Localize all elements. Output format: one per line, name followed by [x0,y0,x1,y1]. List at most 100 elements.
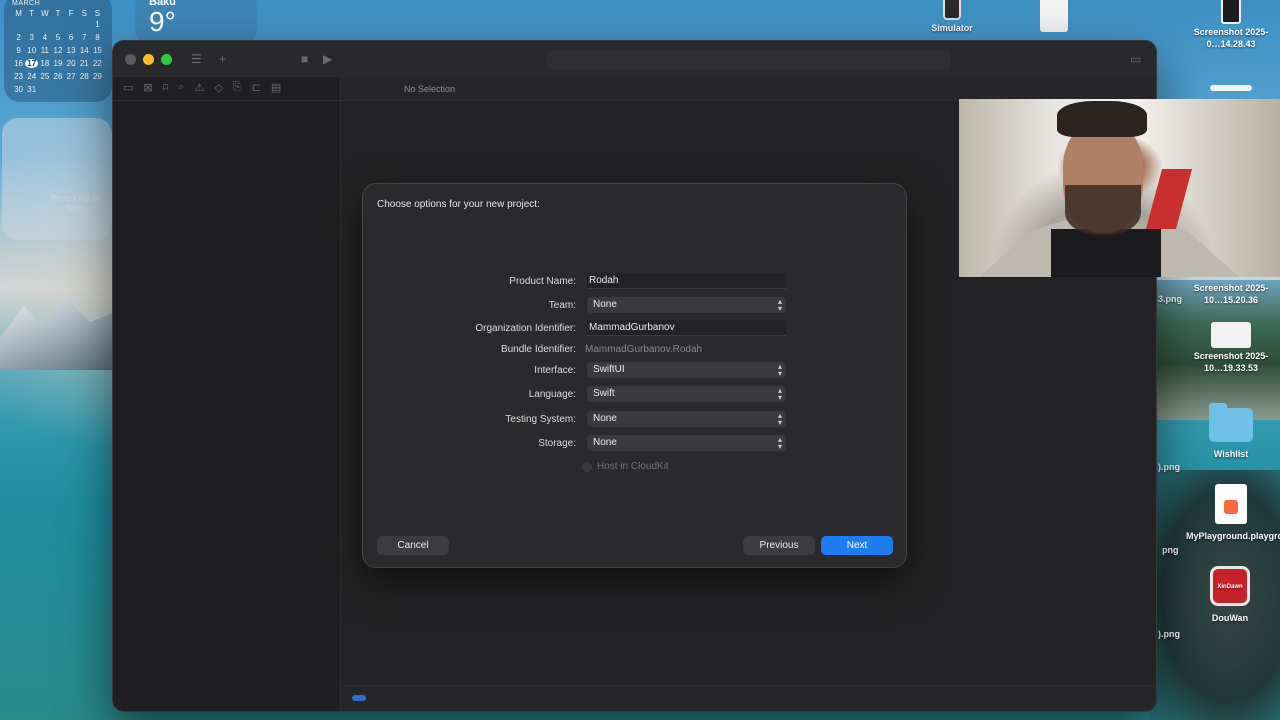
zoom-window-button[interactable] [161,54,172,65]
stop-icon[interactable]: ■ [301,52,308,66]
interface-popup[interactable]: SwiftUI ▴ ▾ [587,362,786,378]
minimize-window-button[interactable] [143,54,154,65]
chevron-up-down-icon: ▴ ▾ [777,362,782,378]
desktop-icon-screenshot-2[interactable]: Screenshot 2025-10…15.20.36 [1186,282,1276,306]
calendar-day: 30 [14,85,24,94]
search-icon[interactable]: ⌕ [178,81,184,96]
team-label: Team: [548,300,576,311]
photos-widget[interactable] [2,118,112,240]
storage-popup[interactable]: None ▴ ▾ [587,435,786,451]
calendar-widget[interactable]: MARCH M T W T F S S 1 2 3 4 5 6 7 8 9 10 11 12 13 14 1… [4,0,112,102]
calendar-day [65,20,78,29]
activity-view [547,50,951,70]
desktop-partial-label[interactable]: png [1162,545,1179,555]
report-icon[interactable]: ▤ [271,81,281,96]
folder-icon [1209,403,1253,442]
calendar-grid: M T W T F S S [12,9,104,18]
calendar-day [38,20,51,29]
no-selection-label: No Selection [404,84,456,94]
navigator-tabs: ▭ ⊠ ⌑ ⌕ ⚠ ◇ ⎘ ⊏ ▤ [113,77,340,101]
camera-person-beard [1065,185,1141,235]
editor-jump-bar: No Selection [342,77,1156,101]
desktop-icon-label: DouWan [1211,613,1249,623]
run-icon[interactable]: ▶ [323,52,332,66]
calendar-day: 26 [53,72,63,81]
host-in-cloudkit-checkbox[interactable] [582,461,592,472]
close-window-button[interactable] [125,54,136,65]
language-popup[interactable]: Swift ▴ ▾ [587,386,786,402]
calendar-day [12,20,25,29]
chevron-up-down-icon: ▴ ▾ [777,411,782,427]
navigator-sidebar: ▭ ⊠ ⌑ ⌕ ⚠ ◇ ⎘ ⊏ ▤ [113,77,341,711]
calendar-month: MARCH [12,0,41,7]
cancel-button[interactable]: Cancel [377,536,449,555]
calendar-day: 8 [95,33,100,42]
chevron-up-down-icon: ▴ ▾ [777,297,782,313]
calendar-day: 11 [40,46,49,55]
calendar-day: 19 [53,59,63,68]
desktop-icon-screenshot-3[interactable]: Screenshot 2025-10…19.33.53 [1186,322,1276,374]
calendar-day: 31 [27,85,37,94]
desktop-icon-playground[interactable]: MyPlayground.playground [1186,484,1280,542]
testing-system-label: Testing System: [505,414,576,425]
weekday: T [55,9,61,18]
desktop-partial-label[interactable]: ).png [1158,462,1180,472]
testing-system-popup[interactable]: None ▴ ▾ [587,411,786,427]
desktop-icon-wishlist[interactable]: Wishlist [1196,403,1266,460]
debug-icon[interactable]: ⎘ [233,81,242,96]
next-button[interactable]: Next [821,536,893,555]
desktop-partial-label[interactable]: 3.png [1158,294,1182,304]
camera-chair [1145,169,1193,229]
desktop-icon-douwan[interactable]: XinDawn DouWan [1200,566,1260,624]
calendar-day [38,85,51,94]
calendar-day: 15 [92,46,102,55]
host-in-cloudkit-row: Host in CloudKit [582,461,669,472]
calendar-day: 5 [55,33,61,42]
desktop-icon-label: Simulator [931,23,973,33]
desktop-icon-screenshot-1[interactable]: Screenshot 2025-0…14.28.43 [1188,0,1274,50]
testing-system-value: None [593,413,617,424]
language-label: Language: [528,389,576,400]
bundle-identifier-label: Bundle Identifier: [500,344,576,355]
debug-bar [342,685,1156,711]
douwan-app-icon: XinDawn [1210,566,1250,606]
camera-video-overlay[interactable] [959,99,1280,277]
calendar-day: 2 [16,33,21,42]
inspector-toggle-icon[interactable]: ▭ [1130,52,1141,66]
sidebar-toggle-icon[interactable]: ☰ [191,52,202,66]
bookmark-icon[interactable]: ⌑ [163,81,169,96]
desktop-document-thumbnail[interactable] [1040,0,1068,32]
douwan-badge-text: XinDawn [1217,584,1243,590]
storage-label: Storage: [538,438,576,449]
source-control-icon[interactable]: ⊠ [143,81,152,96]
weekday: W [41,9,49,18]
calendar-day: 28 [79,72,89,81]
previous-button[interactable]: Previous [743,536,815,555]
calendar-day: 9 [16,46,21,55]
desktop-partial-label[interactable]: ).png [1158,629,1180,639]
weather-widget[interactable]: Baku 9° [135,0,257,44]
desktop-icon-simulator[interactable]: Simulator [922,0,982,34]
product-name-label: Product Name: [509,276,576,287]
desktop-icon-label: Screenshot 2025-0…14.28.43 [1193,27,1269,49]
screenshot-thumbnail-icon [1221,0,1241,24]
organization-identifier-field[interactable]: MammadGurbanov [587,320,786,336]
desktop-icon-label: Screenshot 2025-10…19.33.53 [1193,351,1269,373]
folder-icon[interactable]: ▭ [123,81,133,96]
test-icon[interactable]: ◇ [214,81,222,96]
screenshot-thumbnail-icon [1211,322,1251,348]
weekday: F [68,9,74,18]
product-name-field[interactable]: Rodah [587,273,786,289]
add-icon[interactable]: + [219,52,226,66]
simulator-icon [943,0,961,20]
breakpoint-icon[interactable]: ⊏ [252,81,261,96]
weekday: M [15,9,22,18]
desktop-thumbnail-partial[interactable] [1210,85,1252,91]
warning-icon[interactable]: ⚠ [194,81,204,96]
calendar-day: 23 [14,72,24,81]
calendar-day: 24 [27,72,37,81]
team-value: None [593,299,617,310]
debug-area-toggle[interactable] [352,695,366,701]
calendar-day: 16 [14,59,24,68]
team-popup[interactable]: None ▴ ▾ [587,297,786,313]
